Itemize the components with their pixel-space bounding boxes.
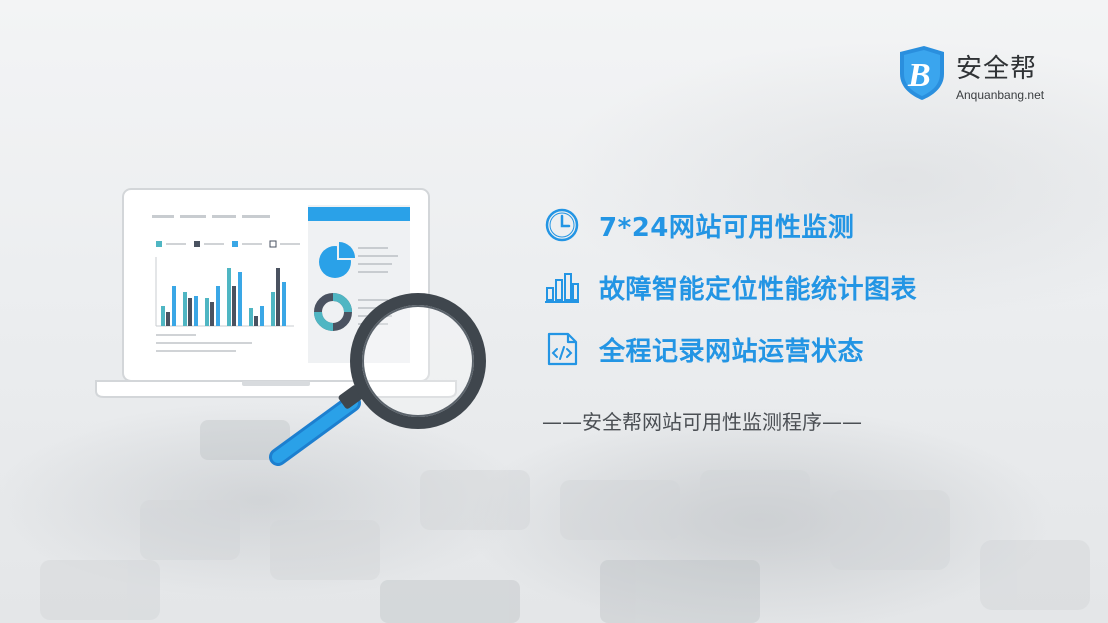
logo-mark-letter: B (907, 57, 931, 94)
bar-chart-icon (545, 273, 579, 303)
feature-text: 全程记录网站运营状态 (599, 336, 865, 367)
feature-item: 7*24网站可用性监测 (543, 203, 917, 247)
feature-text: 7*24网站可用性监测 (599, 212, 855, 243)
feature-text: 故障智能定位性能统计图表 (599, 274, 918, 305)
shield-logo-icon: B (900, 46, 944, 100)
feature-item: 全程记录网站运营状态 (543, 327, 917, 371)
clock-icon (545, 208, 579, 242)
brand-logo: B 安全帮 Anquanbang.net (894, 44, 1074, 104)
tagline: ——安全帮网站可用性监测程序—— (542, 410, 862, 434)
code-file-icon (547, 332, 578, 366)
screen-dashboard (140, 205, 308, 363)
logo-name: 安全帮 (956, 54, 1038, 84)
feature-item: 故障智能定位性能统计图表 (543, 265, 917, 309)
laptop-analytics-illustration (95, 188, 486, 466)
feature-list: 7*24网站可用性监测 故障智能定位性能统计图表 全程记录网站运营状态 (543, 203, 917, 389)
logo-url: Anquanbang.net (956, 88, 1045, 102)
